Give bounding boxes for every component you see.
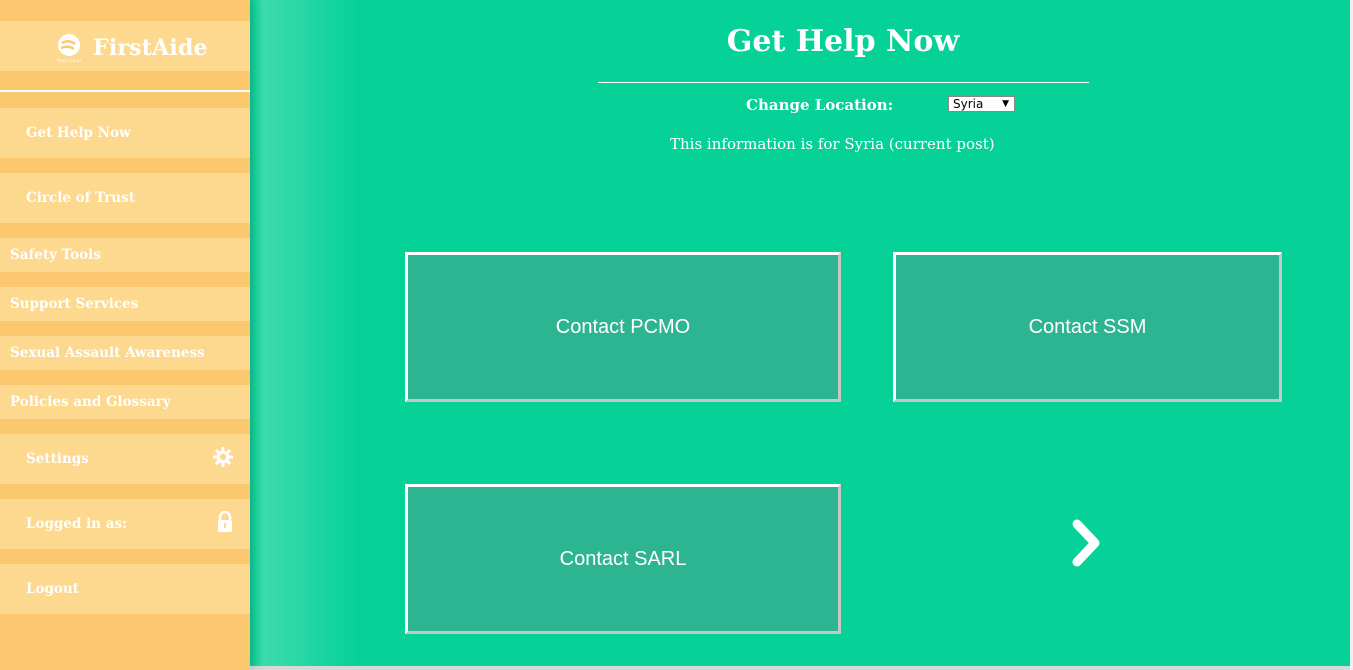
sidebar-shadow: [250, 0, 360, 670]
sidebar-item-policies-and-glossary[interactable]: Policies and Glossary: [0, 385, 250, 419]
location-info-text: This information is for Syria (current p…: [670, 135, 995, 153]
main-content: Get Help Now Change Location: Syria ▼ Th…: [250, 0, 1353, 670]
tile-label: Contact PCMO: [555, 315, 691, 338]
chevron-right-icon[interactable]: [1068, 517, 1104, 573]
sidebar-item-settings[interactable]: Settings: [0, 434, 250, 484]
sidebar-item-label: Logout: [26, 581, 79, 597]
peace-corps-logo-icon: Peace Corps: [54, 33, 84, 63]
app-name: FirstAide: [93, 35, 208, 61]
sidebar: Peace Corps FirstAide Get Help Now Circl…: [0, 0, 250, 670]
sidebar-item-logout[interactable]: Logout: [0, 564, 250, 614]
tile-label: Contact SSM: [1028, 315, 1147, 338]
tile-label: Contact SARL: [559, 547, 687, 570]
location-select-value: Syria: [953, 97, 984, 111]
chevron-down-icon: ▼: [1002, 99, 1009, 109]
location-select[interactable]: Syria ▼: [948, 96, 1015, 112]
sidebar-item-label: Safety Tools: [10, 247, 101, 263]
sidebar-item-safety-tools[interactable]: Safety Tools: [0, 238, 250, 272]
page-title: Get Help Now: [726, 24, 960, 59]
sidebar-item-logged-in-as[interactable]: Logged in as:: [0, 499, 250, 549]
sidebar-item-label: Circle of Trust: [26, 190, 135, 206]
sidebar-item-label: Settings: [26, 451, 89, 467]
logo-caption: Peace Corps: [57, 58, 82, 63]
gear-icon[interactable]: [212, 446, 234, 472]
sidebar-item-label: Policies and Glossary: [10, 394, 171, 410]
sidebar-item-label: Support Services: [10, 296, 139, 312]
sidebar-item-label: Get Help Now: [26, 125, 131, 141]
bottom-scroll-strip: [250, 666, 1353, 670]
sidebar-item-sexual-assault-awareness[interactable]: Sexual Assault Awareness: [0, 336, 250, 370]
app-logo[interactable]: Peace Corps FirstAide: [54, 33, 208, 63]
sidebar-item-label: Logged in as:: [26, 516, 128, 532]
sidebar-item-support-services[interactable]: Support Services: [0, 287, 250, 321]
change-location-label: Change Location:: [746, 96, 894, 114]
contact-ssm-button[interactable]: Contact SSM: [893, 252, 1282, 402]
contact-sarl-button[interactable]: Contact SARL: [405, 484, 841, 634]
sidebar-divider: [0, 90, 250, 92]
sidebar-item-get-help-now[interactable]: Get Help Now: [0, 108, 250, 158]
title-divider: [598, 82, 1089, 83]
sidebar-item-circle-of-trust[interactable]: Circle of Trust: [0, 173, 250, 223]
lock-icon: [216, 510, 234, 537]
logo-bar: Peace Corps FirstAide: [0, 21, 250, 71]
contact-pcmo-button[interactable]: Contact PCMO: [405, 252, 841, 402]
sidebar-item-label: Sexual Assault Awareness: [10, 345, 205, 361]
